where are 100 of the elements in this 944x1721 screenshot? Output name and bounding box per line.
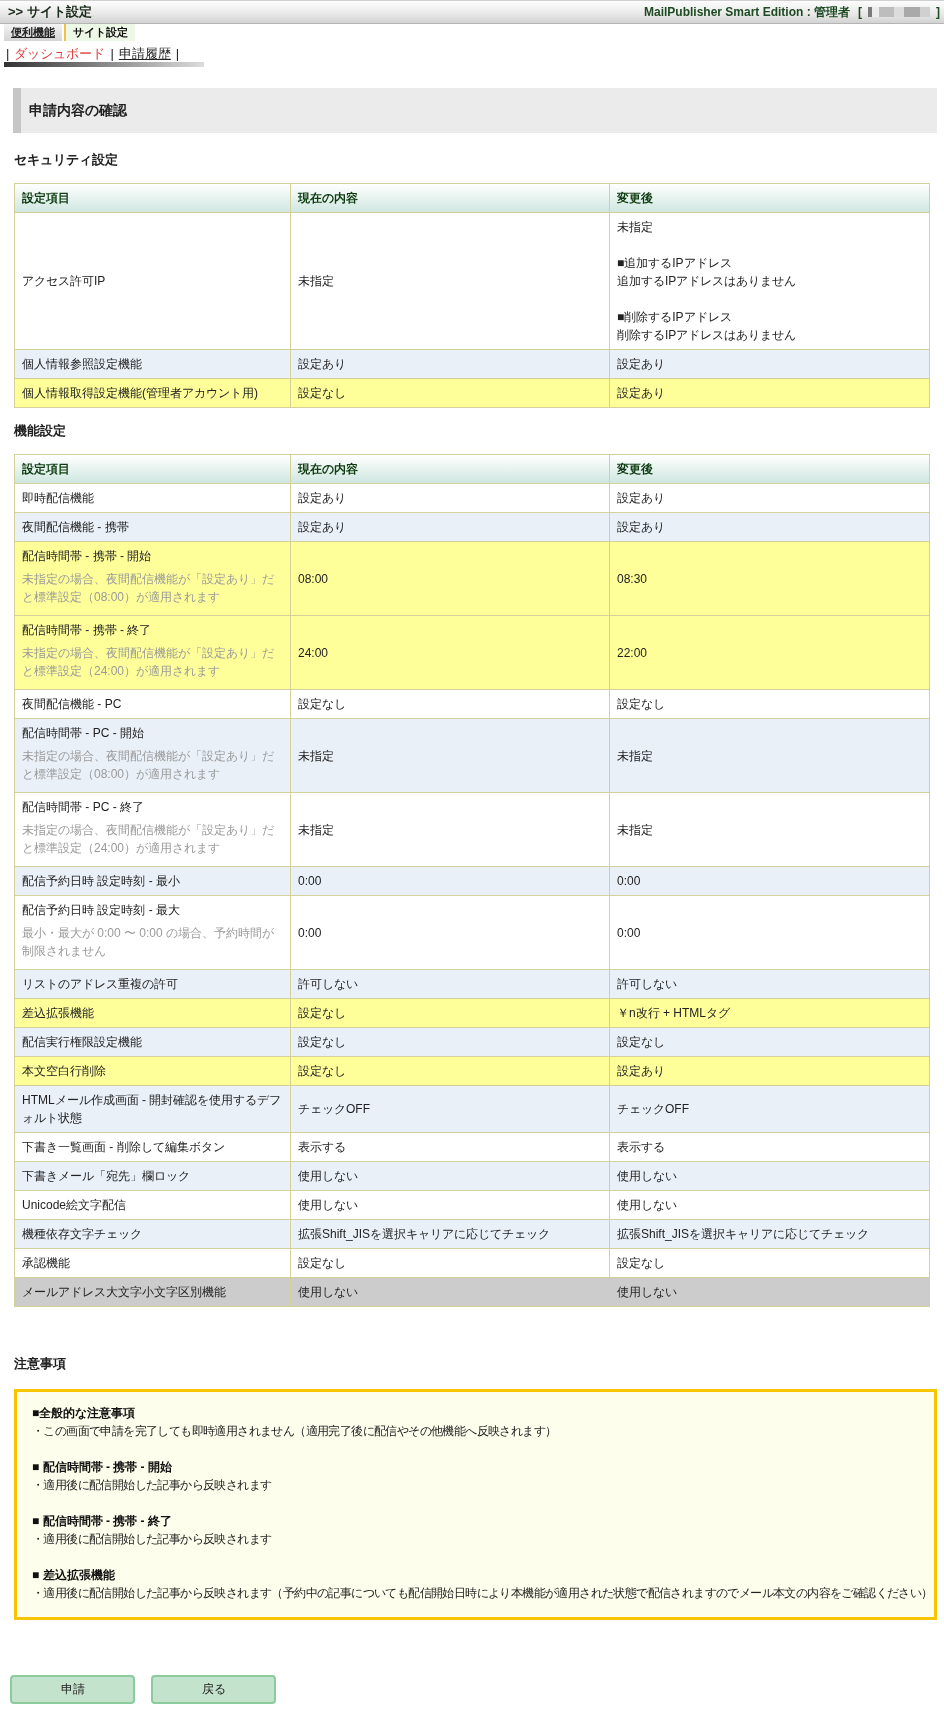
note-text: ・適用後に配信開始した記事から反映されます（予約中の記事についても配信開始日時により本機能が適用された状態で配信されますのでメール本文の内容をご確認ください） <box>32 1585 933 1602</box>
section-title: 機能設定 <box>14 422 67 440</box>
nav-link[interactable]: ダッシュボード <box>14 45 106 62</box>
current-value: 設定あり <box>298 357 346 371</box>
nav-separator: | <box>6 45 10 62</box>
current-value: 使用しない <box>298 1169 358 1183</box>
current-value: 24:00 <box>298 645 329 660</box>
setting-note: 最小・最大が 0:00 〜 0:00 の場合、予約時間が制限されません <box>22 925 276 960</box>
column-header: 現在の内容 <box>298 191 358 205</box>
new-value: ■削除するIPアドレス <box>617 309 733 326</box>
setting-name: 下書きメール「宛先」欄ロック <box>22 1168 191 1185</box>
new-value: 未指定 <box>617 822 653 837</box>
setting-note: 未指定の場合、夜間配信機能が「設定あり」だと標準設定（08:00）が適用されます <box>22 571 275 606</box>
setting-name: 本文空白行削除 <box>22 1063 107 1080</box>
new-value: 設定なし <box>617 697 665 711</box>
new-value: 使用しない <box>617 1285 677 1299</box>
setting-name: 夜間配信機能 - PC <box>22 696 123 713</box>
new-value: 未指定 <box>617 219 654 236</box>
current-value: 0:00 <box>298 874 322 888</box>
current-value: 拡張Shift_JISを選択キャリアに応じてチェック <box>298 1227 551 1241</box>
new-value: 08:30 <box>617 571 648 586</box>
current-value: 設定なし <box>298 697 346 711</box>
current-value: 使用しない <box>298 1198 358 1212</box>
blurred-name-block <box>868 7 930 17</box>
note-text: ・この画面で申請を完了しても即時適用されません（適用完了後に配信やその他機能へ反映されます） <box>32 1423 557 1440</box>
section-title: セキュリティ設定 <box>14 151 119 169</box>
setting-name: 即時配信機能 <box>22 490 95 507</box>
action-button[interactable]: 戻る <box>151 1675 276 1704</box>
current-value: 設定なし <box>298 1006 346 1020</box>
new-value: 拡張Shift_JISを選択キャリアに応じてチェック <box>617 1227 870 1241</box>
setting-name: 配信予約日時 設定時刻 - 最小 <box>22 873 181 890</box>
new-value: 未指定 <box>617 748 653 763</box>
tab[interactable]: サイト設定 <box>64 24 135 41</box>
new-value: 表示する <box>617 1140 665 1154</box>
setting-name: Unicode絵文字配信 <box>22 1197 128 1214</box>
new-value: 設定あり <box>617 386 665 400</box>
current-value: 08:00 <box>298 571 329 586</box>
new-value: 使用しない <box>617 1169 677 1183</box>
setting-name: 個人情報取得設定機能(管理者アカウント用) <box>22 385 259 402</box>
new-value: 0:00 <box>617 925 641 940</box>
bracket-text: [ <box>858 5 862 19</box>
current-value: 設定あり <box>298 520 346 534</box>
current-value: 使用しない <box>298 1285 358 1299</box>
current-value: 未指定 <box>298 274 334 288</box>
new-value: 設定あり <box>617 520 665 534</box>
current-value: 未指定 <box>298 822 334 837</box>
note-text: ・適用後に配信開始した記事から反映されます <box>32 1477 272 1494</box>
setting-name: 配信時間帯 - PC - 開始 <box>22 725 145 742</box>
note-heading: ■ 差込拡張機能 <box>32 1567 116 1584</box>
account-label: MailPublisher Smart Edition : 管理者 <box>643 3 850 21</box>
setting-note: 未指定の場合、夜間配信機能が「設定あり」だと標準設定（24:00）が適用されます <box>22 645 275 680</box>
new-value: 使用しない <box>617 1198 677 1212</box>
nav-link[interactable]: 申請履歴 <box>118 45 171 62</box>
new-value: 追加するIPアドレスはありません <box>617 273 798 290</box>
setting-name: 夜間配信機能 - 携帯 <box>22 519 130 536</box>
current-value: チェックOFF <box>298 1102 370 1116</box>
tab[interactable]: 便利機能 <box>4 24 62 41</box>
current-value: 設定なし <box>298 386 346 400</box>
action-button[interactable]: 申請 <box>10 1675 135 1704</box>
column-header: 設定項目 <box>22 191 70 205</box>
setting-name: 配信時間帯 - 携帯 - 開始 <box>22 548 153 565</box>
setting-name: 個人情報参照設定機能 <box>22 356 143 373</box>
setting-name: アクセス許可IP <box>22 273 107 290</box>
notes-title: 注意事項 <box>14 1355 67 1373</box>
new-value: 許可しない <box>617 977 677 991</box>
column-header: 変更後 <box>617 191 653 205</box>
setting-name: 配信予約日時 設定時刻 - 最大 <box>22 902 181 919</box>
bracket-text: ] <box>936 5 940 19</box>
new-value: 削除するIPアドレスはありません <box>617 327 798 344</box>
current-value: 設定なし <box>298 1256 346 1270</box>
setting-name: 承認機能 <box>22 1255 71 1272</box>
new-value: 設定あり <box>617 491 665 505</box>
current-value: 未指定 <box>298 748 334 763</box>
new-value: 設定あり <box>617 357 665 371</box>
new-value: 22:00 <box>617 645 648 660</box>
current-value: 0:00 <box>298 925 322 940</box>
setting-name: HTMLメール作成画面 - 開封確認を使用するデフォルト状態 <box>22 1092 283 1127</box>
column-header: 現在の内容 <box>298 462 358 476</box>
new-value: チェックOFF <box>617 1102 689 1116</box>
current-value: 設定あり <box>298 491 346 505</box>
setting-name: 配信時間帯 - PC - 終了 <box>22 799 145 816</box>
nav-separator: | <box>110 45 114 62</box>
new-value: 設定あり <box>617 1064 665 1078</box>
setting-name: メールアドレス大文字小文字区別機能 <box>22 1284 227 1301</box>
new-value: 設定なし <box>617 1035 665 1049</box>
setting-note: 未指定の場合、夜間配信機能が「設定あり」だと標準設定（08:00）が適用されます <box>22 748 275 783</box>
setting-name: 下書き一覧画面 - 削除して編集ボタン <box>22 1139 226 1156</box>
page-heading: 申請内容の確認 <box>13 88 937 133</box>
setting-name: 配信実行権限設定機能 <box>22 1034 143 1051</box>
column-header: 変更後 <box>617 462 653 476</box>
current-value: 設定なし <box>298 1035 346 1049</box>
current-value: 設定なし <box>298 1064 346 1078</box>
current-value: 表示する <box>298 1140 346 1154</box>
setting-name: 差込拡張機能 <box>22 1005 95 1022</box>
note-heading: ■ 配信時間帯 - 携帯 - 開始 <box>32 1459 173 1476</box>
current-value: 許可しない <box>298 977 358 991</box>
new-value: 0:00 <box>617 874 641 888</box>
setting-note: 未指定の場合、夜間配信機能が「設定あり」だと標準設定（24:00）が適用されます <box>22 822 275 857</box>
note-text: ・適用後に配信開始した記事から反映されます <box>32 1531 272 1548</box>
nav-separator: | <box>175 45 180 62</box>
